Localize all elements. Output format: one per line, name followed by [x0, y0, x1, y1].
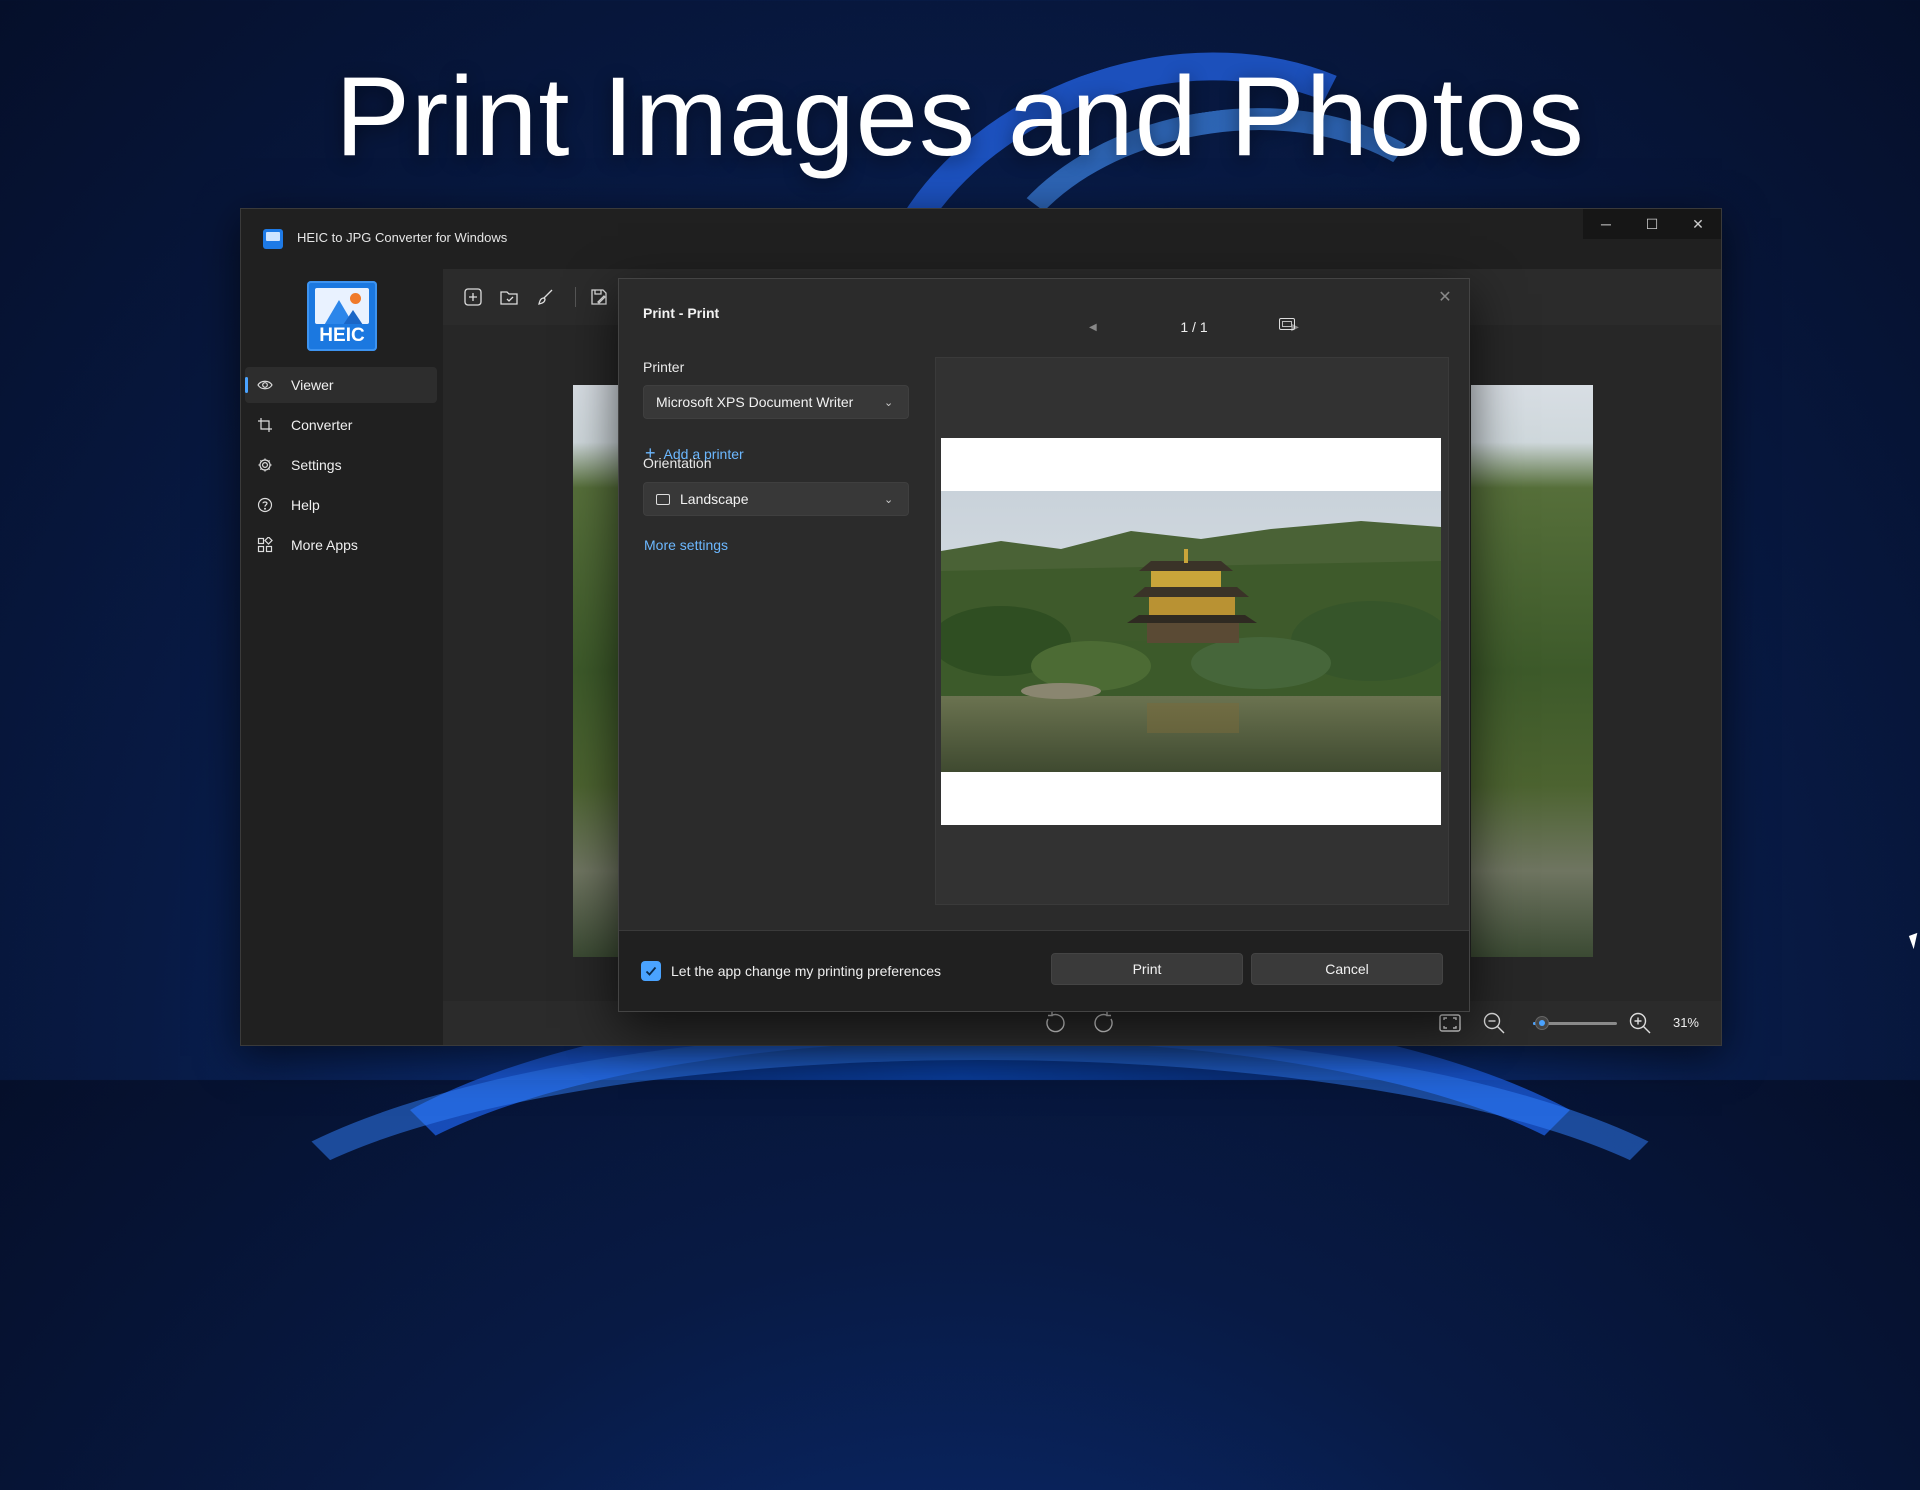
question-icon [257, 497, 273, 513]
fit-to-window-icon[interactable] [1435, 1008, 1465, 1038]
wallpaper-bloom [300, 1000, 1680, 1480]
image-preview-left [573, 385, 619, 957]
app-icon [263, 229, 283, 249]
page-indicator: 1 / 1 [1180, 319, 1208, 335]
zoom-in-icon[interactable] [1625, 1008, 1655, 1038]
wallpaper-bloom [200, 1030, 1760, 1490]
close-button[interactable]: ✕ [1675, 209, 1721, 239]
apps-grid-icon [257, 537, 273, 553]
dialog-close-icon[interactable]: ✕ [1435, 287, 1455, 307]
zoom-slider-thumb[interactable] [1535, 1016, 1549, 1030]
heic-logo: HEIC [307, 281, 377, 351]
print-preview [935, 357, 1449, 905]
preview-page [941, 438, 1441, 825]
window-title: HEIC to JPG Converter for Windows [297, 230, 508, 245]
sidebar-item-settings[interactable]: Settings [245, 447, 437, 483]
toolbar-divider [575, 287, 576, 307]
brush-icon[interactable] [533, 285, 557, 309]
orientation-label: Orientation [643, 455, 712, 471]
orientation-select[interactable]: Landscape ⌄ [643, 482, 909, 516]
sidebar-item-viewer[interactable]: Viewer [245, 367, 437, 403]
maximize-button[interactable]: ☐ [1629, 209, 1675, 239]
image-preview-right [1471, 385, 1593, 957]
print-dialog: Print - Print ✕ Printer Microsoft XPS Do… [618, 278, 1470, 1012]
dialog-title: Print - Print [643, 305, 720, 321]
sidebar: HEIC Viewer Converter Settings Help More… [241, 269, 443, 1045]
mouse-cursor [1908, 932, 1920, 950]
sidebar-nav: Viewer Converter Settings Help More Apps [245, 367, 437, 567]
save-as-icon[interactable] [587, 285, 611, 309]
title-bar[interactable]: HEIC to JPG Converter for Windows ─ ☐ ✕ [241, 209, 1721, 269]
zoom-level: 31% [1672, 1015, 1699, 1030]
previous-page-icon[interactable]: ◀ [1089, 322, 1097, 333]
preview-photo [941, 491, 1441, 772]
eye-icon [257, 377, 273, 393]
checkmark-icon [645, 966, 657, 976]
sidebar-item-label: Viewer [291, 377, 334, 393]
more-settings-link[interactable]: More settings [644, 537, 728, 553]
printer-value: Microsoft XPS Document Writer [656, 394, 854, 410]
gear-icon [257, 457, 273, 473]
sidebar-item-label: Settings [291, 457, 342, 473]
rotate-right-icon[interactable] [1089, 1008, 1119, 1038]
sidebar-item-more-apps[interactable]: More Apps [245, 527, 437, 563]
sidebar-item-label: More Apps [291, 537, 358, 553]
sidebar-item-label: Help [291, 497, 320, 513]
print-button[interactable]: Print [1051, 953, 1243, 985]
sidebar-item-help[interactable]: Help [245, 487, 437, 523]
zoom-slider[interactable] [1533, 1016, 1617, 1030]
page-title: Print Images and Photos [335, 54, 1585, 179]
sidebar-item-label: Converter [291, 417, 353, 433]
chevron-down-icon: ⌄ [884, 396, 894, 409]
sidebar-item-converter[interactable]: Converter [245, 407, 437, 443]
minimize-button[interactable]: ─ [1583, 209, 1629, 239]
open-folder-icon[interactable] [497, 285, 521, 309]
chevron-down-icon: ⌄ [884, 493, 894, 506]
orientation-value: Landscape [680, 491, 749, 507]
dialog-footer: Let the app change my printing preferenc… [619, 930, 1469, 1011]
printer-select[interactable]: Microsoft XPS Document Writer ⌄ [643, 385, 909, 419]
landscape-icon [656, 493, 670, 505]
zoom-out-icon[interactable] [1479, 1008, 1509, 1038]
fit-page-icon[interactable] [1279, 318, 1295, 330]
printing-preferences-checkbox[interactable] [641, 961, 661, 981]
printing-preferences-label: Let the app change my printing preferenc… [671, 963, 942, 979]
rotate-left-icon[interactable] [1040, 1008, 1070, 1038]
add-image-icon[interactable] [461, 285, 485, 309]
printer-label: Printer [643, 359, 685, 375]
cancel-button[interactable]: Cancel [1251, 953, 1443, 985]
crop-icon [257, 417, 273, 433]
page-navigator: ◀ 1 / 1 ▶ [1089, 317, 1299, 337]
